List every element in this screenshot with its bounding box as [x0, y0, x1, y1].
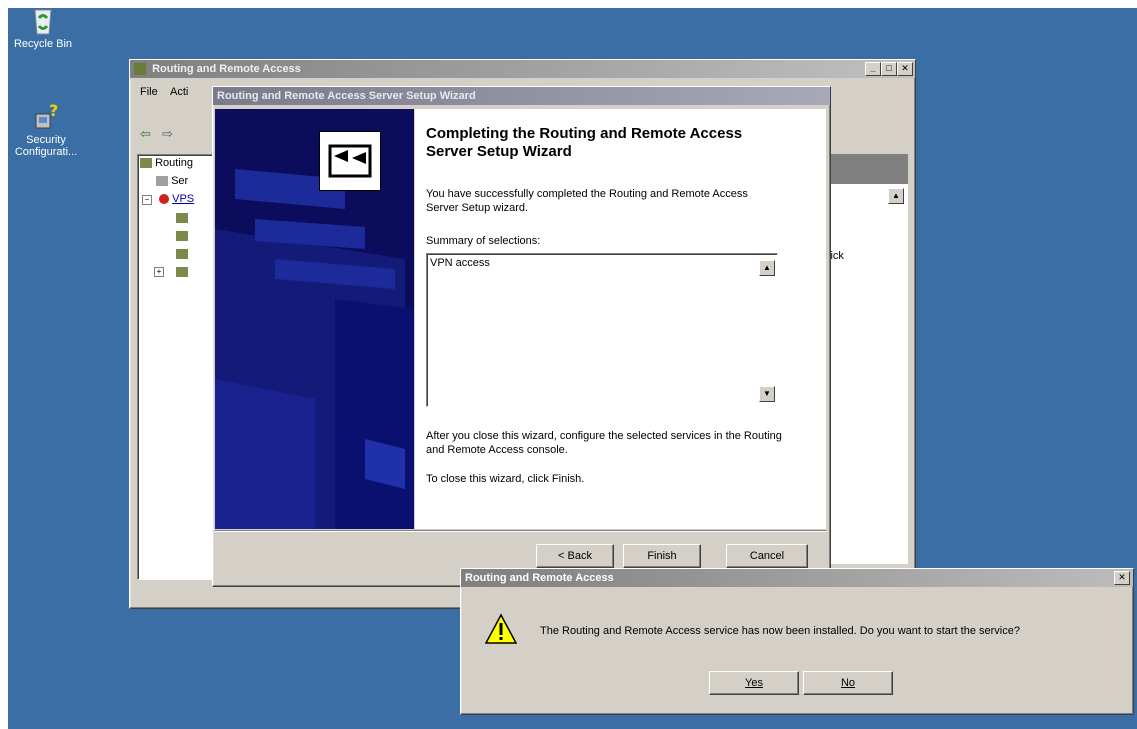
svg-text:?: ?: [49, 101, 58, 120]
rras-title-bar[interactable]: Routing and Remote Access _ □ ✕: [130, 60, 915, 78]
tree-item-server-status[interactable]: Ser: [156, 175, 188, 187]
network-node-icon: [176, 267, 188, 277]
setup-wizard-window: Routing and Remote Access Server Setup W…: [212, 86, 831, 587]
rras-app-icon: [134, 63, 146, 76]
back-button[interactable]: < Back: [536, 544, 614, 568]
wizard-logo-icon: [319, 131, 381, 191]
network-node-icon: [176, 249, 188, 259]
routing-node-icon: [140, 158, 152, 169]
dialog-close-button[interactable]: ✕: [1114, 571, 1130, 585]
details-pane: lick . ▲: [820, 184, 908, 564]
close-hint-text: To close this wizard, click Finish.: [426, 473, 585, 485]
close-button[interactable]: ✕: [897, 62, 913, 76]
menu-file[interactable]: File: [140, 86, 158, 98]
yes-button[interactable]: Yes: [709, 671, 799, 695]
desktop-icon-security-configuration[interactable]: ? Security Configurati...: [8, 100, 91, 158]
minimize-button[interactable]: _: [865, 62, 881, 76]
finish-button[interactable]: Finish: [623, 544, 701, 568]
wizard-heading: Completing the Routing and Remote Access…: [426, 125, 743, 160]
collapse-icon[interactable]: −: [142, 195, 152, 205]
menu-action[interactable]: Acti: [170, 86, 188, 98]
dialog-title: Routing and Remote Access: [465, 572, 614, 584]
desktop-icon-recycle-bin[interactable]: Recycle Bin: [8, 8, 88, 50]
recycle-bin-icon: [27, 8, 59, 36]
summary-scroll-up[interactable]: ▲: [759, 260, 775, 276]
tree-pane[interactable]: Routing Ser − VPS +: [137, 154, 219, 580]
summary-textbox[interactable]: VPN access ▲ ▼: [426, 253, 778, 407]
dialog-message: The Routing and Remote Access service ha…: [540, 625, 1020, 637]
wizard-sidebar: [215, 109, 414, 529]
tree-item-routing[interactable]: Routing: [140, 157, 193, 169]
summary-value: VPN access: [430, 257, 490, 269]
wizard-intro: You have successfully completed the Rout…: [426, 188, 748, 214]
tree-item-vps[interactable]: − VPS: [142, 193, 194, 205]
security-configuration-icon: ?: [30, 100, 62, 132]
wizard-button-divider: [215, 530, 826, 532]
network-node-icon: [176, 231, 188, 241]
server-down-icon: [159, 194, 170, 205]
expand-icon[interactable]: +: [154, 267, 164, 277]
wizard-title: Routing and Remote Access Server Setup W…: [217, 90, 476, 102]
network-node-icon: [176, 213, 188, 223]
summary-label: Summary of selections:: [426, 235, 541, 247]
maximize-button[interactable]: □: [881, 62, 897, 76]
cancel-button[interactable]: Cancel: [726, 544, 808, 568]
scroll-up-arrow[interactable]: ▲: [888, 188, 904, 204]
no-button[interactable]: No: [803, 671, 893, 695]
details-header: [820, 154, 908, 184]
rras-title: Routing and Remote Access: [152, 63, 301, 75]
wizard-content: Completing the Routing and Remote Access…: [415, 109, 826, 529]
server-status-icon: [156, 176, 168, 187]
wizard-title-bar[interactable]: Routing and Remote Access Server Setup W…: [213, 87, 830, 105]
wizard-sidebar-graphic: [215, 169, 414, 529]
after-close-text: After you close this wizard, configure t…: [426, 430, 782, 456]
security-configuration-label: Security Configurati...: [14, 134, 78, 158]
warning-icon: [484, 613, 518, 645]
summary-scroll-down[interactable]: ▼: [759, 386, 775, 402]
back-arrow-icon[interactable]: ⇦: [140, 126, 151, 142]
confirm-dialog: Routing and Remote Access ✕ The Routing …: [460, 568, 1134, 715]
desktop: Recycle Bin ? Security Configurati... Ro…: [8, 8, 1137, 729]
forward-arrow-icon[interactable]: ⇨: [162, 126, 173, 142]
recycle-bin-label: Recycle Bin: [13, 38, 73, 50]
dialog-title-bar[interactable]: Routing and Remote Access ✕: [461, 569, 1133, 587]
